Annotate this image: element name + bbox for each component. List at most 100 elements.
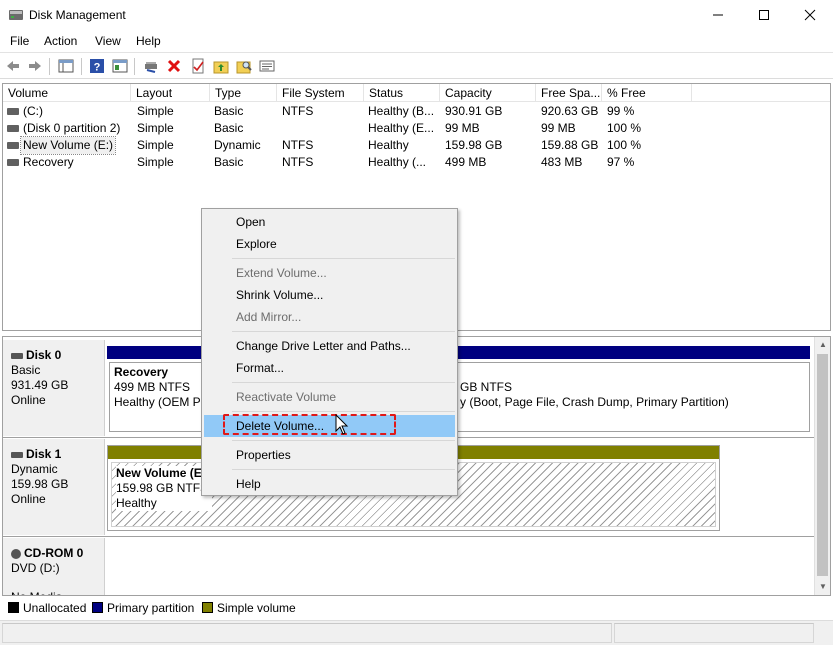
menu-view[interactable]: View — [95, 34, 121, 48]
status-segment — [614, 623, 814, 643]
minimize-icon — [713, 14, 723, 16]
cdrom-0-label[interactable]: CD-ROM 0 DVD (D:) No Media — [3, 538, 105, 595]
cell-status: Healthy (E... — [368, 121, 435, 135]
table-row[interactable]: (C:) Simple Basic NTFS Healthy (B... 930… — [3, 103, 830, 120]
cell-percent-free: 100 % — [607, 121, 642, 135]
column-volume[interactable]: Volume — [3, 84, 131, 102]
column-file-system[interactable]: File System — [277, 84, 364, 102]
status-bar — [0, 620, 833, 645]
connect-drive-icon[interactable] — [143, 58, 159, 74]
cell-status: Healthy (B... — [368, 104, 435, 118]
cell-volume: Recovery — [23, 155, 74, 169]
partition-c[interactable]: GB NTFS y (Boot, Page File, Crash Dump, … — [458, 362, 810, 432]
show-hide-console-tree-icon[interactable] — [58, 58, 74, 74]
volume-icon — [7, 125, 19, 132]
volume-list-header: Volume Layout Type File System Status Ca… — [3, 84, 830, 102]
cell-free-space: 483 MB — [541, 155, 583, 169]
disk-size: 159.98 GB — [11, 477, 69, 491]
volume-icon — [7, 159, 19, 166]
cell-file-system: NTFS — [282, 138, 314, 152]
menu-item-properties[interactable]: Properties — [204, 444, 455, 466]
delete-icon[interactable] — [166, 58, 182, 74]
partition-size: 159.98 GB NTFS — [116, 481, 209, 495]
disk-type: Dynamic — [11, 462, 58, 476]
cell-volume: New Volume (E:) — [19, 136, 117, 155]
cell-layout: Simple — [137, 138, 174, 152]
window-title: Disk Management — [29, 8, 126, 22]
partition-name: Recovery — [114, 365, 169, 379]
legend-label: Primary partition — [107, 601, 195, 615]
minimize-button[interactable] — [695, 0, 741, 30]
cell-type: Dynamic — [214, 138, 261, 152]
cell-type: Basic — [214, 155, 244, 169]
partition-size: GB NTFS — [460, 380, 513, 394]
legend: Unallocated Primary partition Simple vol… — [2, 598, 831, 618]
disk-name: Disk 1 — [26, 447, 62, 461]
legend-swatch-unallocated — [8, 602, 19, 613]
close-button[interactable] — [787, 0, 833, 30]
cell-layout: Simple — [137, 104, 174, 118]
toolbar: ? — [0, 52, 833, 79]
column-capacity[interactable]: Capacity — [440, 84, 536, 102]
svg-text:?: ? — [94, 62, 101, 74]
column-status[interactable]: Status — [364, 84, 440, 102]
legend-label: Simple volume — [217, 601, 296, 615]
cell-status: Healthy (... — [368, 155, 427, 169]
disk-0-label[interactable]: Disk 0 Basic 931.49 GB Online — [3, 340, 105, 436]
disk-icon — [11, 451, 23, 458]
menu-item-delete-volume[interactable]: Delete Volume... — [204, 415, 455, 437]
menu-help[interactable]: Help — [136, 34, 161, 48]
cell-type: Basic — [214, 121, 244, 135]
menu-action[interactable]: Action — [44, 34, 77, 48]
cdrom-icon — [11, 548, 21, 559]
partition-status: Healthy (OEM Pa — [114, 395, 208, 409]
column-percent-free[interactable]: % Free — [602, 84, 692, 102]
table-row-selected[interactable]: New Volume (E:) Simple Dynamic NTFS Heal… — [3, 136, 830, 155]
partition-recovery[interactable]: Recovery 499 MB NTFS Healthy (OEM Pa — [109, 362, 213, 432]
check-icon[interactable] — [190, 58, 206, 74]
cell-capacity: 930.91 GB — [445, 104, 503, 118]
disk-icon — [11, 352, 23, 359]
cell-status: Healthy — [368, 138, 409, 152]
column-layout[interactable]: Layout — [131, 84, 210, 102]
help-icon[interactable]: ? — [89, 58, 105, 74]
menu-item-help[interactable]: Help — [204, 473, 455, 495]
search-folder-icon[interactable] — [236, 58, 252, 74]
cell-capacity: 99 MB — [445, 121, 480, 135]
scroll-up-icon[interactable]: ▲ — [815, 337, 830, 353]
properties-pane-icon[interactable] — [112, 58, 128, 74]
menu-item-reactivate-volume: Reactivate Volume — [236, 390, 337, 404]
menu-item-shrink-volume[interactable]: Shrink Volume... — [204, 284, 455, 306]
settings-list-icon[interactable] — [259, 58, 275, 74]
table-row[interactable]: (Disk 0 partition 2) Simple Basic Health… — [3, 120, 830, 137]
up-folder-icon[interactable] — [213, 58, 229, 74]
column-free-space[interactable]: Free Spa... — [536, 84, 602, 102]
maximize-icon — [759, 10, 769, 20]
disk-state: No Media — [11, 590, 104, 595]
scroll-thumb[interactable] — [817, 354, 828, 576]
cell-layout: Simple — [137, 121, 174, 135]
disk-1-label[interactable]: Disk 1 Dynamic 159.98 GB Online — [3, 439, 105, 535]
menu-item-open[interactable]: Open — [204, 211, 455, 233]
menu-item-explore[interactable]: Explore — [204, 233, 455, 255]
legend-swatch-primary — [92, 602, 103, 613]
column-type[interactable]: Type — [210, 84, 277, 102]
cell-free-space: 920.63 GB — [541, 104, 599, 118]
menu-file[interactable]: File — [10, 34, 29, 48]
back-icon[interactable] — [5, 58, 21, 74]
menu-item-change-drive-letter[interactable]: Change Drive Letter and Paths... — [204, 335, 455, 357]
cell-percent-free: 99 % — [607, 104, 635, 118]
table-row[interactable]: Recovery Simple Basic NTFS Healthy (... … — [3, 154, 830, 171]
legend-label: Unallocated — [23, 601, 87, 615]
disk-name: Disk 0 — [26, 348, 62, 362]
disk-type: DVD (D:) — [11, 561, 60, 575]
maximize-button[interactable] — [741, 0, 787, 30]
menu-bar: File Action View Help — [0, 30, 833, 52]
scroll-down-icon[interactable]: ▼ — [815, 579, 830, 595]
cell-type: Basic — [214, 104, 244, 118]
menu-item-format[interactable]: Format... — [204, 357, 455, 379]
disk-pane-scrollbar[interactable]: ▲ ▼ — [814, 337, 830, 595]
cell-capacity: 499 MB — [445, 155, 487, 169]
forward-icon[interactable] — [27, 58, 43, 74]
cell-percent-free: 97 % — [607, 155, 635, 169]
